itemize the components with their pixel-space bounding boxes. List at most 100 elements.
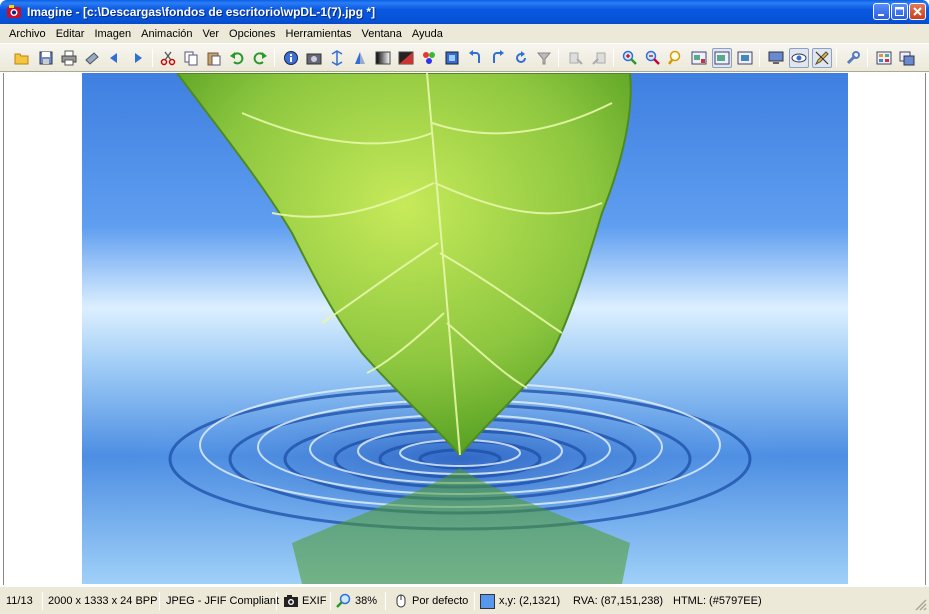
tools-button[interactable] bbox=[843, 48, 863, 68]
maximize-icon bbox=[895, 7, 904, 16]
rotate-right-icon bbox=[493, 50, 504, 63]
menu-ver[interactable]: Ver bbox=[198, 28, 225, 40]
close-icon bbox=[913, 7, 922, 16]
undo-button[interactable] bbox=[227, 48, 247, 68]
next-button[interactable] bbox=[128, 48, 148, 68]
paste-icon bbox=[207, 52, 221, 66]
monitor-button[interactable] bbox=[766, 48, 786, 68]
cursor-coords: x,y: (2,1321) bbox=[499, 595, 561, 607]
menu-ayuda[interactable]: Ayuda bbox=[407, 28, 448, 40]
menu-ventana[interactable]: Ventana bbox=[357, 28, 407, 40]
app-icon[interactable] bbox=[6, 4, 22, 20]
flip-icon bbox=[355, 52, 365, 64]
copy-button[interactable] bbox=[181, 48, 201, 68]
zoom-out-button[interactable] bbox=[643, 48, 663, 68]
camera-icon bbox=[284, 595, 298, 607]
resize-icon bbox=[331, 50, 343, 66]
menu-editar[interactable]: Editar bbox=[51, 28, 90, 40]
save-icon bbox=[39, 51, 53, 65]
view-icon bbox=[791, 53, 807, 63]
previous-button[interactable] bbox=[104, 48, 124, 68]
window-fit-button[interactable] bbox=[712, 48, 732, 68]
save-button[interactable] bbox=[36, 48, 56, 68]
filter-icon bbox=[536, 52, 552, 65]
color-icon bbox=[398, 51, 414, 65]
redo-button[interactable] bbox=[250, 48, 270, 68]
title-bar: Imagine - [c:\Descargas\fondos de escrit… bbox=[0, 0, 929, 24]
edit-button[interactable] bbox=[812, 48, 832, 68]
fullscreen-icon bbox=[691, 51, 707, 65]
window-fit-icon bbox=[714, 51, 730, 65]
paste-button[interactable] bbox=[204, 48, 224, 68]
select-icon bbox=[445, 51, 459, 65]
resize-grip-icon[interactable] bbox=[913, 597, 927, 611]
monitor-icon bbox=[768, 51, 784, 64]
window-view-button[interactable] bbox=[735, 48, 755, 68]
cut-button[interactable] bbox=[158, 48, 178, 68]
color-swatch bbox=[480, 593, 495, 609]
slideshow-button[interactable] bbox=[897, 48, 917, 68]
print-button[interactable] bbox=[59, 48, 79, 68]
fullscreen-button[interactable] bbox=[689, 48, 709, 68]
undo-icon bbox=[230, 52, 244, 65]
open-button[interactable] bbox=[12, 48, 32, 68]
image-dimensions: 2000 x 1333 x 24 BPP bbox=[48, 595, 158, 607]
thumbnails-button[interactable] bbox=[874, 48, 894, 68]
previous-icon bbox=[110, 53, 117, 63]
flip-button[interactable] bbox=[350, 48, 370, 68]
zoom-in-button[interactable] bbox=[620, 48, 640, 68]
open-icon bbox=[14, 53, 29, 65]
color-button[interactable] bbox=[396, 48, 416, 68]
menu-opciones[interactable]: Opciones bbox=[224, 28, 280, 40]
image-window bbox=[3, 73, 926, 585]
magnifier-icon bbox=[336, 593, 351, 608]
minimize-icon bbox=[878, 14, 884, 16]
effects-icon bbox=[423, 52, 435, 64]
resize-button[interactable] bbox=[327, 48, 347, 68]
next-icon bbox=[135, 53, 142, 63]
thumbnails-icon bbox=[876, 51, 892, 65]
exif-label: EXIF bbox=[302, 595, 327, 607]
rgb-value: RVA: (87,151,238) bbox=[573, 595, 664, 607]
menu-herramientas[interactable]: Herramientas bbox=[281, 28, 357, 40]
filter-button[interactable] bbox=[534, 48, 554, 68]
mode-label: Por defecto bbox=[412, 595, 469, 607]
info-icon bbox=[284, 51, 298, 65]
leaf-water-image bbox=[82, 73, 848, 584]
menu-animacion[interactable]: Animación bbox=[136, 28, 197, 40]
exif-button[interactable]: EXIF bbox=[283, 591, 326, 611]
select-button[interactable] bbox=[442, 48, 462, 68]
zoom-prev-button[interactable] bbox=[566, 48, 586, 68]
scan-button[interactable] bbox=[82, 48, 102, 68]
rotate-button[interactable] bbox=[511, 48, 531, 68]
tools-icon bbox=[846, 51, 860, 65]
rotate-icon bbox=[516, 51, 526, 63]
capture-icon bbox=[306, 53, 322, 65]
menu-archivo[interactable]: Archivo bbox=[4, 28, 51, 40]
close-button[interactable] bbox=[909, 3, 926, 20]
zoom-indicator[interactable]: 38% bbox=[336, 591, 377, 611]
rotate-left-icon bbox=[469, 50, 480, 63]
zoom-value: 38% bbox=[355, 595, 378, 607]
scan-icon bbox=[85, 52, 99, 65]
rotate-right-button[interactable] bbox=[488, 48, 508, 68]
window-view-icon bbox=[737, 51, 753, 65]
gradient-button[interactable] bbox=[373, 48, 393, 68]
zoom-next-button[interactable] bbox=[589, 48, 609, 68]
html-color: HTML: (#5797EE) bbox=[673, 595, 762, 607]
maximize-button[interactable] bbox=[891, 3, 908, 20]
info-button[interactable] bbox=[281, 48, 301, 68]
image-index: 11/13 bbox=[6, 595, 33, 607]
zoom-fit-button[interactable] bbox=[666, 48, 686, 68]
window-title: Imagine - [c:\Descargas\fondos de escrit… bbox=[27, 5, 376, 19]
effects-button[interactable] bbox=[419, 48, 439, 68]
mode-indicator[interactable]: Por defecto bbox=[393, 591, 468, 611]
minimize-button[interactable] bbox=[873, 3, 890, 20]
rotate-left-button[interactable] bbox=[465, 48, 485, 68]
edit-icon bbox=[814, 51, 829, 66]
capture-button[interactable] bbox=[304, 48, 324, 68]
view-button[interactable] bbox=[789, 48, 809, 68]
status-bar: 11/13 2000 x 1333 x 24 BPP JPEG - JFIF C… bbox=[0, 586, 929, 614]
menu-imagen[interactable]: Imagen bbox=[89, 28, 136, 40]
image-canvas[interactable] bbox=[82, 73, 848, 584]
